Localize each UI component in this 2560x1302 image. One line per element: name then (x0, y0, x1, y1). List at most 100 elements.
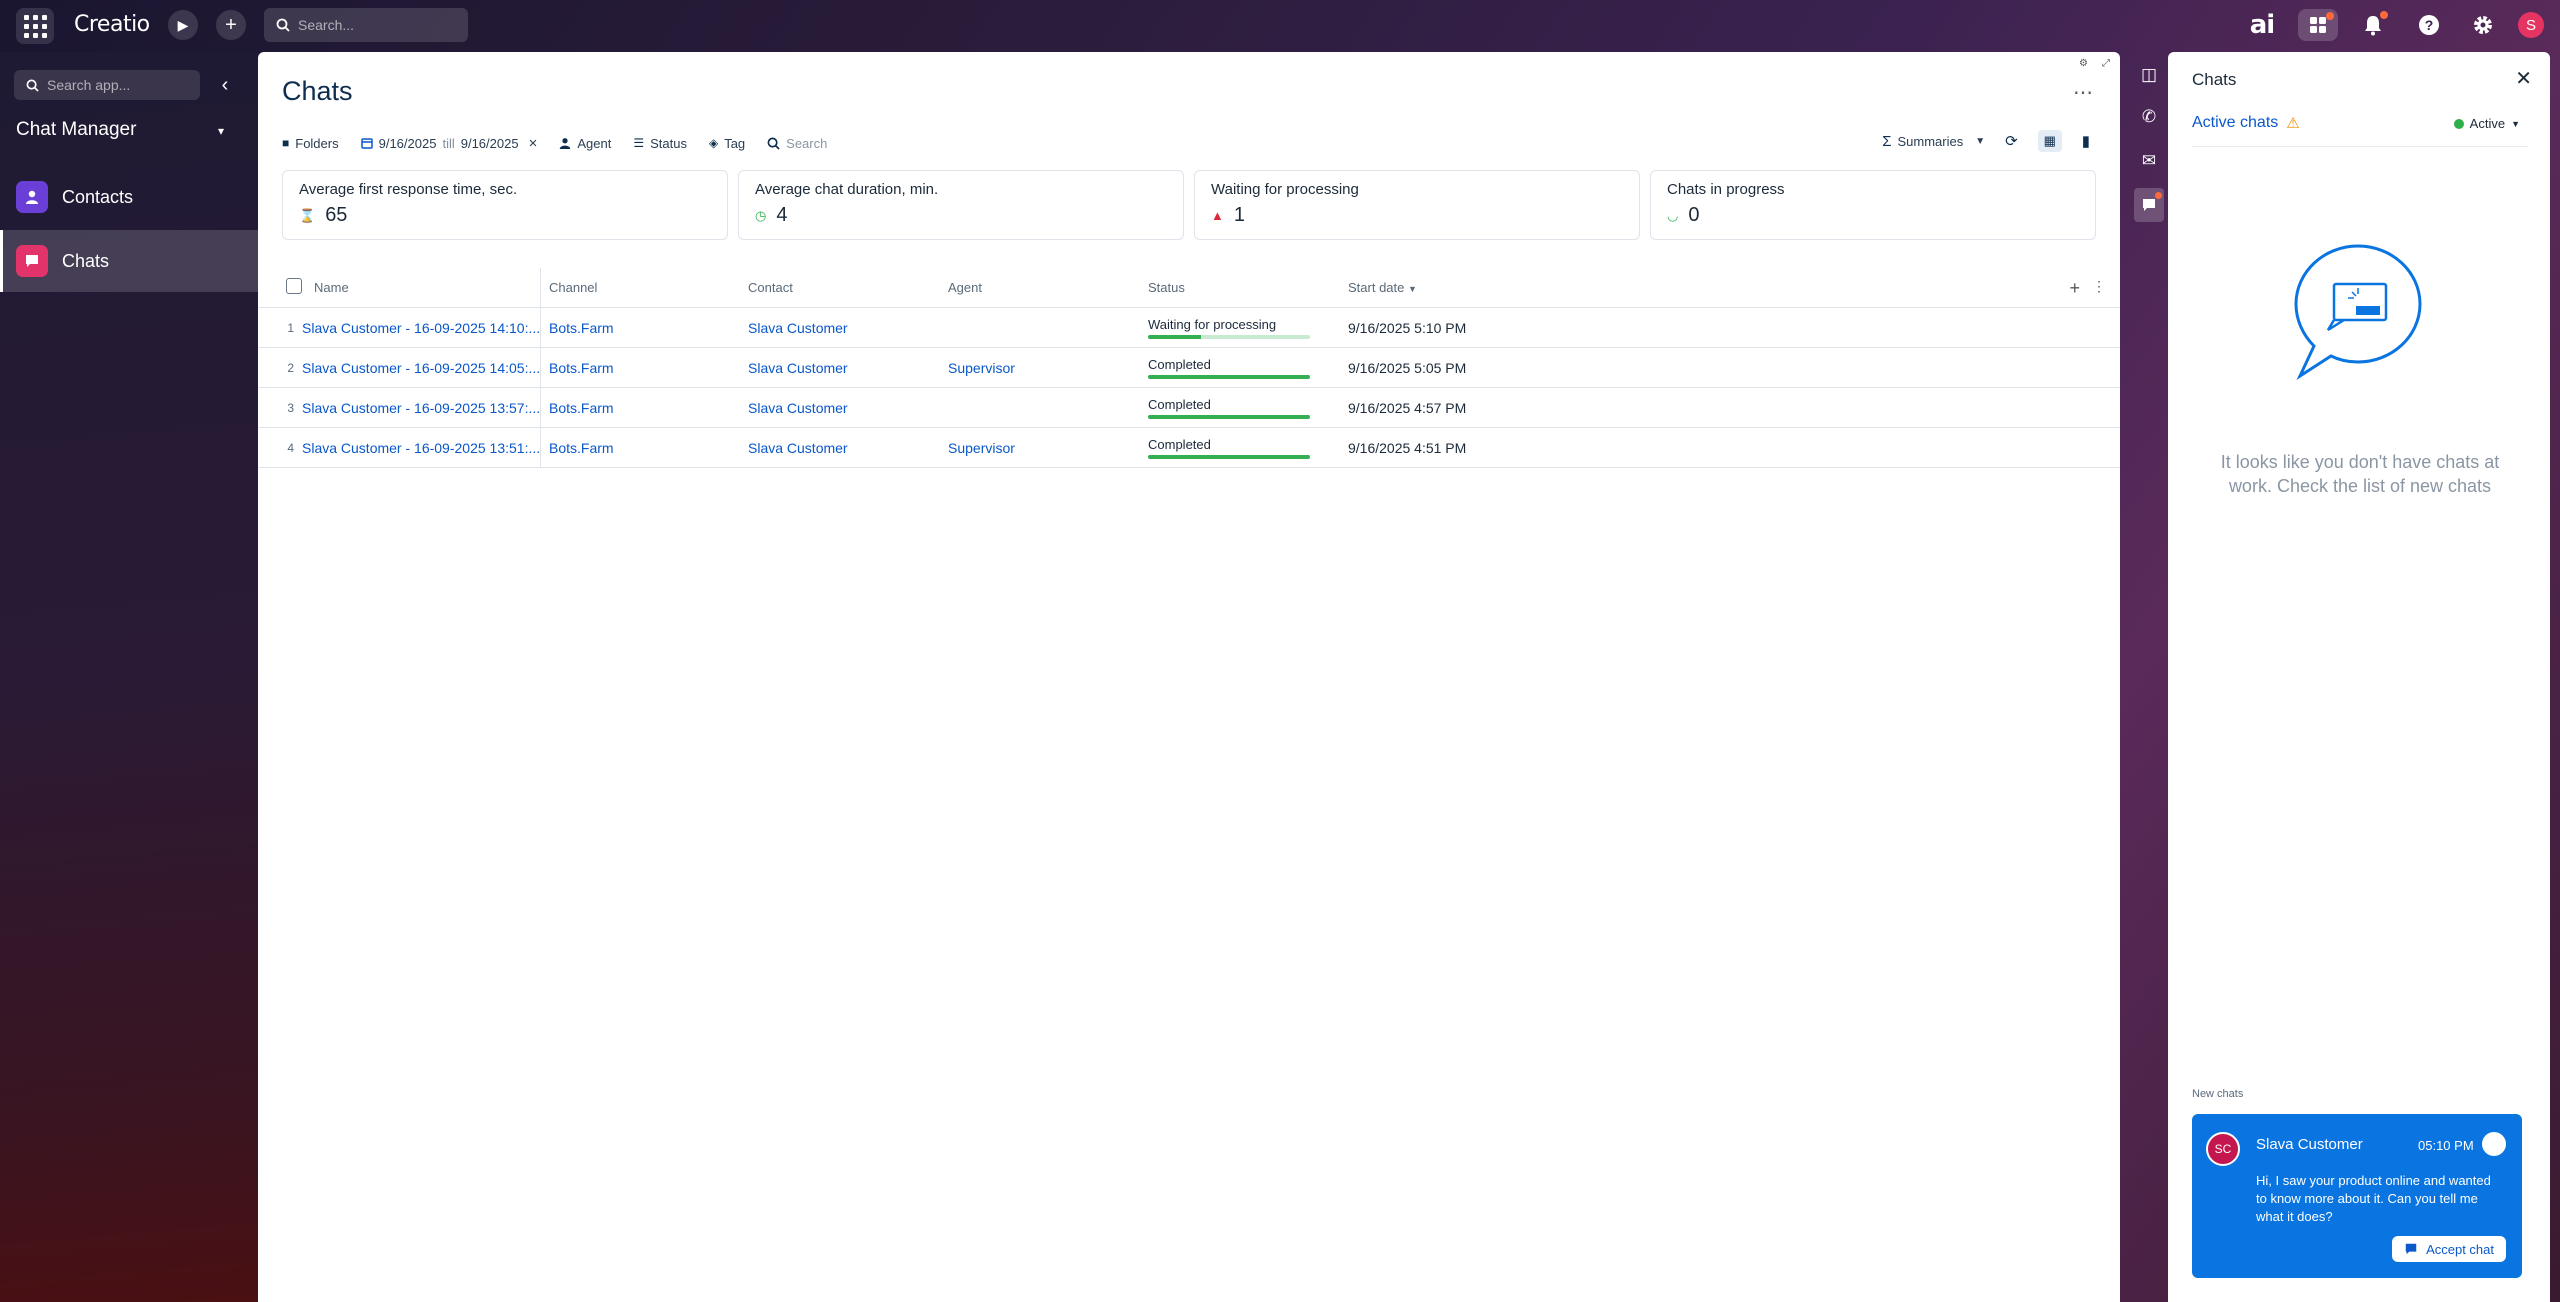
app-search-placeholder: Search app... (47, 77, 131, 93)
kpi-first-response[interactable]: Average first response time, sec. ⌛ 65 (282, 170, 728, 240)
ai-assistant-button[interactable]: ai (2244, 9, 2280, 41)
list-search-input[interactable]: Search (767, 136, 827, 151)
status-text: Waiting for processing (1148, 316, 1277, 332)
kpi-chat-duration[interactable]: Average chat duration, min. ◷ 4 (738, 170, 1184, 240)
accept-chat-button[interactable]: Accept chat (2392, 1236, 2506, 1262)
nav-item-contacts[interactable]: Contacts (0, 166, 258, 228)
active-chats-tab[interactable]: Active chats ⚠ (2192, 114, 2300, 132)
kpi-in-progress[interactable]: Chats in progress ◡ 0 (1650, 170, 2096, 240)
channel-link[interactable]: Bots.Farm (549, 360, 614, 376)
sort-desc-icon: ▼ (1408, 284, 1417, 294)
app-search-input[interactable]: Search app... (14, 70, 200, 100)
start-date: 9/16/2025 4:57 PM (1348, 399, 1467, 416)
date-filter-chip[interactable]: 9/16/2025 till 9/16/2025 × (360, 135, 538, 152)
new-chats-label: New chats (2192, 1088, 2244, 1100)
table-row[interactable]: 3 Slava Customer - 16-09-2025 13:57:... … (258, 388, 2120, 428)
sigma-icon: Σ (1882, 132, 1892, 150)
column-channel[interactable]: Channel (540, 268, 740, 307)
caret-down-icon[interactable]: ▾ (218, 124, 224, 138)
list-view-button[interactable]: ▦ (2037, 130, 2062, 152)
table-row[interactable]: 4 Slava Customer - 16-09-2025 13:51:... … (258, 428, 2120, 468)
nav-item-label: Contacts (62, 186, 134, 207)
help-button[interactable]: ? (2414, 9, 2444, 41)
notifications-button[interactable] (2358, 9, 2388, 41)
select-all-checkbox[interactable] (286, 278, 302, 294)
apps-button[interactable] (2298, 9, 2338, 41)
summaries-button[interactable]: Σ Summaries ▼ (1882, 133, 1985, 150)
row-number: 2 (287, 360, 294, 375)
empty-chat-illustration (2294, 244, 2422, 380)
caret-down-icon: ▼ (1975, 135, 1986, 147)
tag-icon: ◈ (708, 136, 719, 150)
create-button[interactable]: + (216, 10, 246, 40)
status-progress-fill (1148, 334, 1202, 339)
clear-filter-icon[interactable]: × (529, 135, 538, 152)
chats-badge (2155, 192, 2162, 199)
hourglass-icon: ⌛ (299, 207, 316, 223)
rail-chats-button[interactable] (2134, 188, 2164, 222)
kpi-value: 1 (1233, 204, 1245, 226)
chat-name-link[interactable]: Slava Customer - 16-09-2025 13:51:... (302, 440, 540, 456)
refresh-icon[interactable]: ⟳ (2005, 132, 2018, 150)
rail-phone-button[interactable]: ✆ (2134, 100, 2164, 134)
kpi-value: 0 (1688, 204, 1700, 226)
panel-corner-controls: ⚙ ⤢ (2079, 58, 2110, 69)
settings-small-icon[interactable]: ⚙ (2079, 58, 2088, 69)
column-status[interactable]: Status (1140, 280, 1340, 295)
help-icon: ? (2419, 15, 2439, 35)
top-bar: Creatio ▶ + Search... ai ? S (0, 0, 2560, 52)
search-icon (276, 18, 290, 32)
channel-link[interactable]: Bots.Farm (549, 320, 614, 336)
table-row[interactable]: 2 Slava Customer - 16-09-2025 14:05:... … (258, 348, 2120, 388)
date-till-word: till (442, 135, 455, 151)
status-filter-button[interactable]: ☰ Status (633, 136, 687, 151)
status-dot-icon (2453, 118, 2464, 129)
column-contact[interactable]: Contact (740, 280, 940, 295)
presence-label: Active (2469, 116, 2506, 131)
tag-filter-button[interactable]: ◈ Tag (709, 136, 745, 151)
workplace-title[interactable]: Chat Manager (16, 119, 136, 141)
chat-name-link[interactable]: Slava Customer - 16-09-2025 13:57:... (302, 400, 540, 416)
app-launcher-button[interactable] (16, 8, 54, 44)
channel-link[interactable]: Bots.Farm (549, 400, 614, 416)
new-chat-card[interactable]: SC Slava Customer 05:10 PM Hi, I saw you… (2192, 1114, 2522, 1278)
nav-item-chats[interactable]: Chats (0, 230, 258, 292)
apps-badge (2326, 12, 2334, 20)
agent-link[interactable]: Supervisor (940, 360, 1140, 376)
close-icon[interactable]: ✕ (2515, 66, 2532, 91)
agent-filter-button[interactable]: Agent (559, 136, 611, 151)
rail-messages-button[interactable]: ◫ (2134, 58, 2164, 92)
chat-name-link[interactable]: Slava Customer - 16-09-2025 14:05:... (302, 360, 540, 376)
contact-link[interactable]: Slava Customer (740, 360, 940, 376)
expand-icon[interactable]: ⤢ (2102, 58, 2110, 69)
table-row[interactable]: 1 Slava Customer - 16-09-2025 14:10:... … (258, 308, 2120, 348)
chat-select-toggle[interactable] (2482, 1132, 2506, 1156)
column-settings-icon[interactable]: ⋮ (2092, 278, 2106, 295)
play-icon: ▶ (177, 16, 189, 33)
settings-button[interactable] (2468, 9, 2498, 41)
contact-link[interactable]: Slava Customer (740, 320, 940, 336)
status-progress-fill (1148, 374, 1310, 379)
kpi-waiting[interactable]: Waiting for processing ▲ 1 (1194, 170, 1640, 240)
global-search-input[interactable]: Search... (264, 8, 468, 42)
contact-link[interactable]: Slava Customer (740, 400, 940, 416)
add-column-icon[interactable]: + (2069, 278, 2080, 299)
row-number: 1 (287, 320, 294, 335)
rail-email-button[interactable]: ✉ (2134, 144, 2164, 178)
channel-link[interactable]: Bots.Farm (549, 440, 614, 456)
chart-view-icon[interactable]: ▮ (2082, 132, 2090, 150)
kpi-row: Average first response time, sec. ⌛ 65 Av… (282, 170, 2096, 240)
user-profile-button[interactable]: S (2516, 9, 2546, 41)
agent-link[interactable]: Supervisor (940, 440, 1140, 456)
kpi-label: Waiting for processing (1211, 181, 1359, 198)
presence-dropdown[interactable]: Active ▼ (2453, 116, 2520, 131)
more-actions-button[interactable]: ⋯ (2073, 80, 2094, 105)
contact-link[interactable]: Slava Customer (740, 440, 940, 456)
column-agent[interactable]: Agent (940, 280, 1140, 295)
collapse-nav-button[interactable]: ‹ (214, 70, 236, 100)
chat-name-link[interactable]: Slava Customer - 16-09-2025 14:10:... (302, 320, 540, 336)
column-start-date[interactable]: Start date ▼ (1340, 280, 1540, 295)
folders-button[interactable]: ■ Folders (282, 136, 339, 151)
plus-icon: + (225, 13, 237, 36)
run-process-button[interactable]: ▶ (168, 10, 198, 40)
